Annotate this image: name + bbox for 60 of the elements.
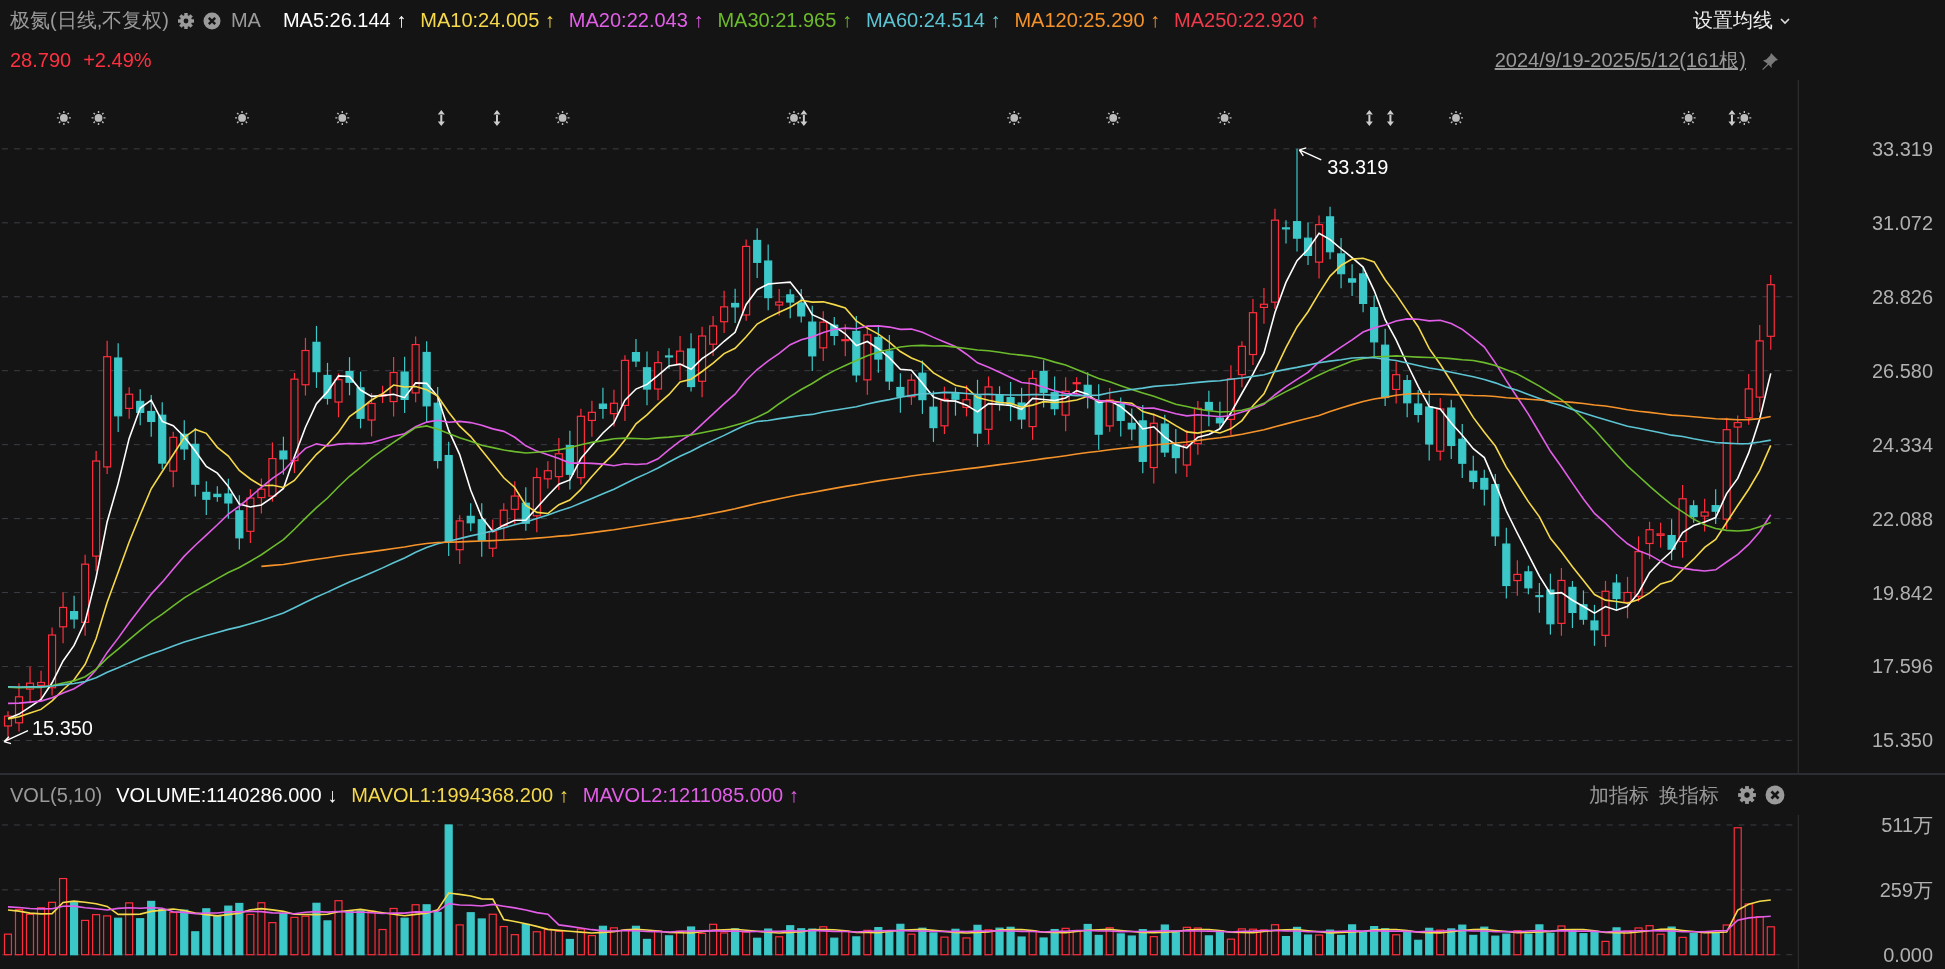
price-axis-label: 24.334 xyxy=(1872,433,1933,456)
close-icon[interactable] xyxy=(1765,785,1785,806)
indicator-action-link[interactable]: 换指标 xyxy=(1659,781,1719,809)
up-down-arrow-icon[interactable] xyxy=(493,109,501,126)
volume-axis-label: 511万 xyxy=(1881,815,1934,837)
indicator-action-link[interactable]: 加指标 xyxy=(1589,781,1649,809)
chevron-down-icon xyxy=(1779,16,1791,25)
sun-icon[interactable] xyxy=(554,110,571,126)
price-axis-label: 15.350 xyxy=(1872,729,1933,752)
up-down-arrow-icon[interactable] xyxy=(437,109,445,126)
price-axis-label: 33.319 xyxy=(1872,137,1933,160)
up-down-arrow-icon[interactable] xyxy=(1728,109,1736,126)
ma-legend-item: MA120:25.290 ↑ xyxy=(1014,9,1161,33)
up-down-arrow-icon[interactable] xyxy=(1386,109,1394,126)
volume-axis-label: 0.000 xyxy=(1883,944,1934,966)
ma-legend-item: MA5:26.144 ↑ xyxy=(282,9,407,33)
up-down-arrow-icon[interactable] xyxy=(1365,109,1373,126)
price-axis-label: 17.596 xyxy=(1872,655,1933,678)
high-arrow-icon xyxy=(1298,147,1322,161)
sun-icon[interactable] xyxy=(56,110,72,126)
sun-icon[interactable] xyxy=(1448,110,1464,126)
sun-icon[interactable] xyxy=(334,110,350,126)
price-axis-label: 31.072 xyxy=(1872,211,1933,234)
sun-icon[interactable] xyxy=(1006,110,1022,126)
stock-name: 极氮 xyxy=(10,8,50,34)
volume-legend-item: VOLUME:1140286.000 ↓ xyxy=(116,783,338,807)
price-axis-label: 28.826 xyxy=(1872,285,1933,308)
indicator-name: MA xyxy=(230,9,261,33)
volume-axis-label: 259万 xyxy=(1879,879,1934,902)
chart-mode: (日线,不复权) xyxy=(50,8,169,34)
sun-icon[interactable] xyxy=(786,110,802,126)
date-range-link[interactable]: 2024/9/19-2025/5/12(161根) xyxy=(1494,47,1746,75)
price-axis-label: 26.580 xyxy=(1872,359,1933,382)
low-price-label: 15.350 xyxy=(31,716,93,739)
sun-icon[interactable] xyxy=(90,110,107,126)
high-price-label: 33.319 xyxy=(1327,155,1389,178)
price-axis-label: 19.842 xyxy=(1872,581,1933,604)
ma-legend-item: MA10:24.005 ↑ xyxy=(420,9,555,33)
ma-legend-item: MA30:21.965 ↑ xyxy=(717,9,852,33)
last-price: 28.790 xyxy=(10,49,72,73)
settings-icon[interactable] xyxy=(1737,785,1757,806)
sun-icon[interactable] xyxy=(1105,110,1121,126)
close-icon[interactable] xyxy=(202,11,221,30)
volume-legend-item: MAVOL1:1994368.200 ↑ xyxy=(351,783,569,807)
ma-legend-item: MA250:22.920 ↑ xyxy=(1174,9,1320,33)
sun-icon[interactable] xyxy=(1216,110,1233,126)
ma-settings-button[interactable]: 设置均线 xyxy=(1689,5,1795,37)
price-change: +2.49% xyxy=(83,49,152,73)
volume-indicator-name: VOL(5,10) xyxy=(10,783,103,807)
up-down-arrow-icon[interactable] xyxy=(800,109,808,126)
sun-icon[interactable] xyxy=(1680,110,1697,126)
sun-icon[interactable] xyxy=(1736,110,1752,126)
volume-legend-item: MAVOL2:1211085.000 ↑ xyxy=(582,783,799,807)
ma-legend-item: MA20:22.043 ↑ xyxy=(568,9,704,33)
ma-legend-item: MA60:24.514 ↑ xyxy=(865,9,1001,33)
sun-icon[interactable] xyxy=(234,110,250,126)
settings-icon[interactable] xyxy=(176,11,195,30)
pin-icon[interactable] xyxy=(1760,50,1780,71)
low-arrow-icon xyxy=(3,729,29,745)
price-axis-label: 22.088 xyxy=(1872,507,1933,530)
